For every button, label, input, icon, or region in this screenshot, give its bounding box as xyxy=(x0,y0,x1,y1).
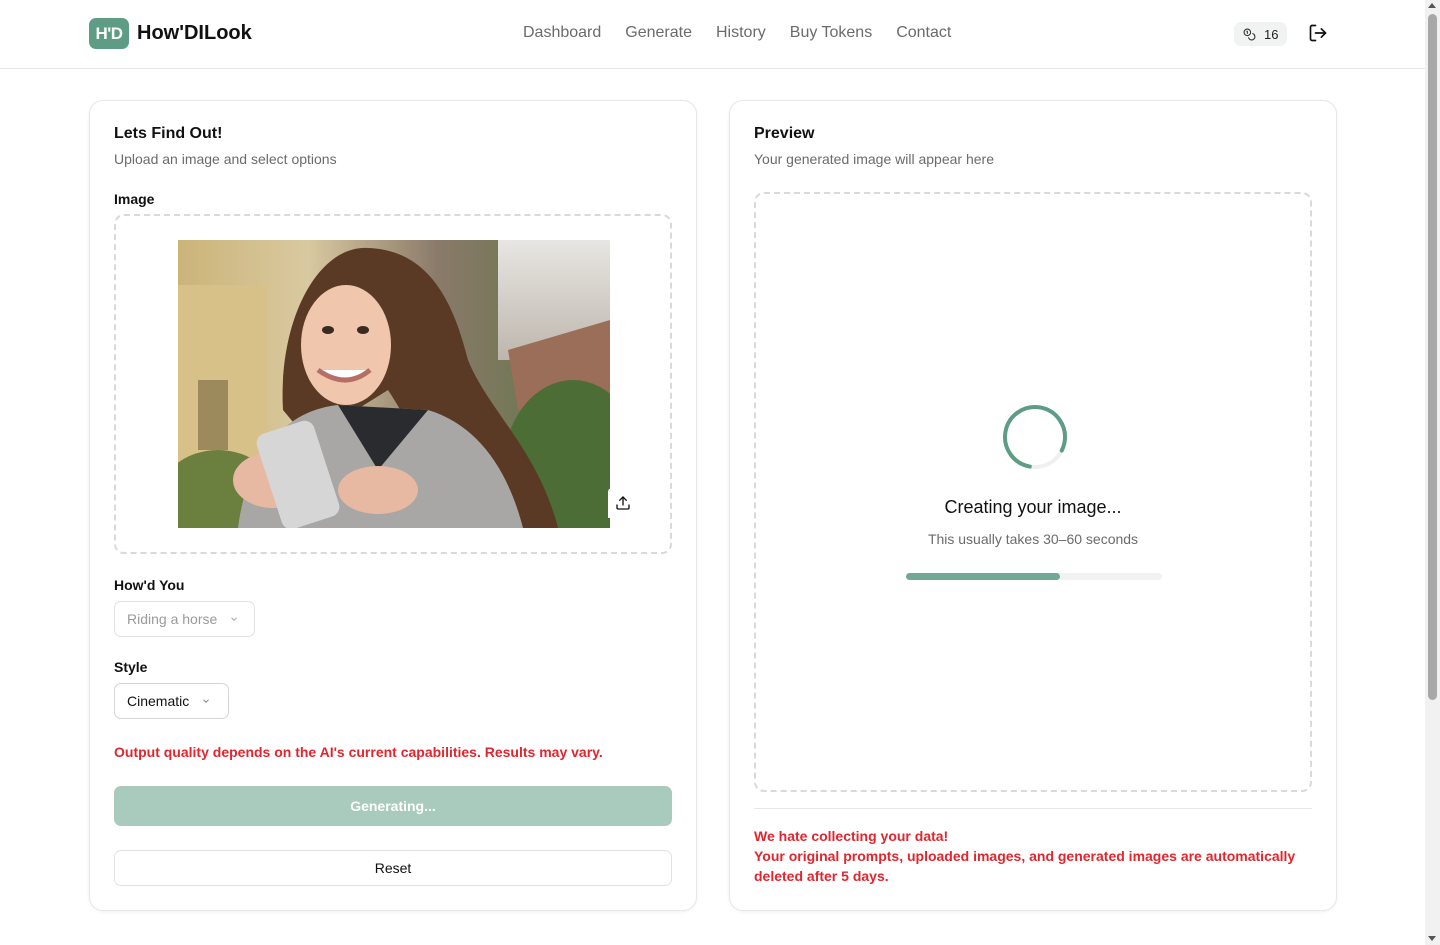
quality-warning: Output quality depends on the AI's curre… xyxy=(114,744,603,760)
privacy-body: Your original prompts, uploaded images, … xyxy=(754,848,1296,884)
preview-area: Creating your image... This usually take… xyxy=(754,192,1312,792)
generate-button[interactable]: Generating... xyxy=(114,786,672,826)
nav-generate[interactable]: Generate xyxy=(625,24,692,42)
form-subtitle: Upload an image and select options xyxy=(114,151,337,167)
howd-you-label: How'd You xyxy=(114,577,185,593)
status-text: Creating your image... xyxy=(944,497,1122,517)
preview-subtitle: Your generated image will appear here xyxy=(754,151,994,167)
token-balance[interactable]: 16 xyxy=(1234,22,1288,46)
coins-icon xyxy=(1243,28,1256,40)
image-label: Image xyxy=(114,191,155,207)
progress-bar xyxy=(906,573,1162,580)
replace-image-button[interactable] xyxy=(608,488,638,518)
status-hint: This usually takes 30–60 seconds xyxy=(927,531,1139,547)
logout-icon[interactable] xyxy=(1308,23,1328,43)
uploaded-photo xyxy=(178,240,610,528)
app-name: How'DILook xyxy=(137,22,252,44)
loading-spinner-icon xyxy=(1003,405,1067,469)
progress-fill xyxy=(906,573,1060,580)
style-select[interactable]: Cinematic xyxy=(114,683,229,719)
photo-illustration xyxy=(178,240,610,528)
scroll-up-arrow-icon[interactable] xyxy=(1428,3,1436,8)
page-scrollbar[interactable] xyxy=(1425,0,1440,945)
upload-icon xyxy=(616,496,630,510)
preview-title: Preview xyxy=(754,125,815,142)
privacy-heading: We hate collecting your data! xyxy=(754,828,949,844)
style-label: Style xyxy=(114,659,148,675)
logo-badge: H'D xyxy=(89,18,129,49)
image-dropzone[interactable] xyxy=(114,214,672,554)
scrollbar-thumb[interactable] xyxy=(1428,14,1437,700)
reset-button[interactable]: Reset xyxy=(114,850,672,886)
nav-buy-tokens[interactable]: Buy Tokens xyxy=(790,24,872,42)
nav-history[interactable]: History xyxy=(716,24,766,42)
main-nav: Dashboard Generate History Buy Tokens Co… xyxy=(523,24,951,42)
nav-contact[interactable]: Contact xyxy=(896,24,951,42)
nav-dashboard[interactable]: Dashboard xyxy=(523,24,601,42)
privacy-notice: We hate collecting your data! Your origi… xyxy=(754,826,1319,886)
howd-you-value: Riding a horse xyxy=(127,611,218,627)
form-title: Lets Find Out! xyxy=(114,125,223,142)
chevron-down-icon xyxy=(231,617,238,621)
chevron-down-icon xyxy=(203,699,210,703)
divider xyxy=(754,808,1312,809)
scroll-down-arrow-icon[interactable] xyxy=(1428,936,1436,941)
generate-form-card: Lets Find Out! Upload an image and selec… xyxy=(89,100,697,911)
preview-card: Preview Your generated image will appear… xyxy=(729,100,1337,911)
token-count: 16 xyxy=(1264,26,1279,42)
logo[interactable]: H'D How'DILook xyxy=(89,18,252,49)
top-navbar: H'D How'DILook Dashboard Generate Histor… xyxy=(0,0,1425,69)
style-value: Cinematic xyxy=(127,693,190,709)
howd-you-select[interactable]: Riding a horse xyxy=(114,601,255,637)
